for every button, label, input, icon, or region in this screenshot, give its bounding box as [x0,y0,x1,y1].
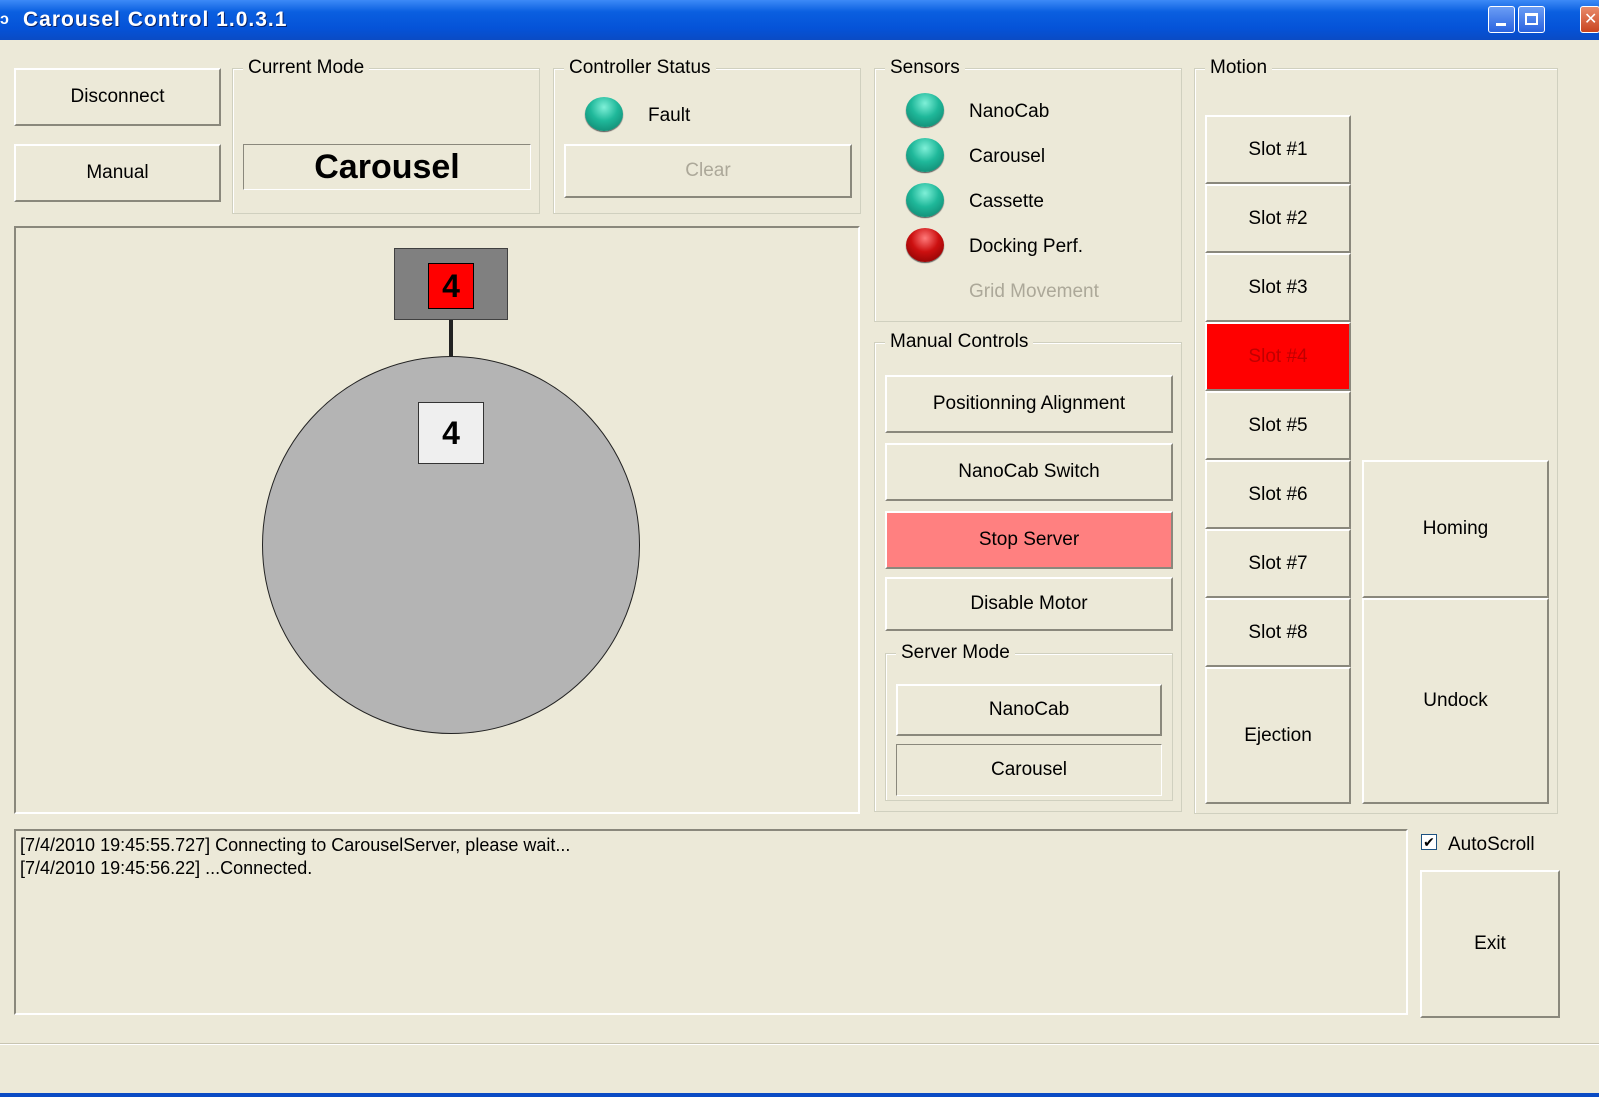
current-mode-display: Carousel [243,144,531,190]
status-bar-highlight [0,1044,1599,1045]
log-line: [7/4/2010 19:45:56.22] ...Connected. [20,858,313,878]
sensor-carousel-label: Carousel [969,146,1046,167]
server-mode-label: Server Mode [896,642,1015,664]
sensor-docking-label: Docking Perf. [969,236,1084,257]
undock-button[interactable]: Undock [1362,598,1549,804]
station-block: 4 [394,248,508,320]
sensor-nanocab-label: NanoCab [969,101,1050,122]
fault-indicator-icon [585,97,623,131]
checkmark-icon: ✔ [1423,834,1435,850]
wheel-slot-number: 4 [442,414,460,451]
current-mode-group: Current Mode Carousel [232,57,540,214]
carousel-app-icon: ↄ [0,11,9,28]
log-line: [7/4/2010 19:45:55.727] Connecting to Ca… [20,835,571,855]
slot-1-button[interactable]: Slot #1 [1205,115,1351,184]
window-bottom-border [0,1093,1599,1097]
carousel-wheel: 4 [262,356,640,734]
server-mode-carousel-label: Carousel [990,759,1068,780]
server-mode-carousel-button[interactable]: Carousel [896,744,1162,796]
log-output[interactable]: [7/4/2010 19:45:55.727] Connecting to Ca… [14,829,1408,1015]
manual-button[interactable]: Manual [14,144,221,202]
disconnect-button[interactable]: Disconnect [14,68,221,126]
maximize-icon[interactable] [1518,6,1545,33]
controller-status-group: Controller Status Fault Clear [553,57,861,214]
carousel-view: 4 4 [14,226,860,814]
current-mode-value: Carousel [314,147,460,186]
current-mode-label: Current Mode [243,57,370,79]
sensor-cassette-label: Cassette [969,191,1044,212]
window-title: Carousel Control 1.0.3.1 [23,8,288,31]
manual-controls-group: Manual Controls Positionning Alignment N… [874,331,1182,812]
fault-label: Fault [648,105,691,126]
sensors-label: Sensors [885,57,965,79]
minimize-icon[interactable] [1488,6,1515,33]
station-connector [449,320,453,356]
server-mode-nanocab-button[interactable]: NanoCab [896,684,1162,736]
slot-5-button[interactable]: Slot #5 [1205,391,1351,460]
slot-7-button[interactable]: Slot #7 [1205,529,1351,598]
station-slot-badge: 4 [428,263,474,309]
homing-button[interactable]: Homing [1362,460,1549,598]
title-bar[interactable]: ↄ Carousel Control 1.0.3.1 [0,0,1599,40]
slot-2-button[interactable]: Slot #2 [1205,184,1351,253]
close-icon[interactable] [1580,6,1599,33]
slot-4-button[interactable]: Slot #4 [1205,322,1351,391]
exit-button[interactable]: Exit [1420,870,1560,1018]
sensor-docking-led-icon [906,228,944,262]
sensor-grid-movement-label: Grid Movement [969,281,1099,302]
manual-controls-label: Manual Controls [885,331,1034,353]
stop-server-button[interactable]: Stop Server [885,511,1173,569]
server-mode-group: Server Mode NanoCab Carousel [885,642,1173,801]
wheel-slot-badge: 4 [418,402,484,464]
sensors-group: Sensors NanoCab Carousel Cassette Dockin… [874,57,1182,322]
station-slot-number: 4 [442,267,460,304]
ejection-button[interactable]: Ejection [1205,667,1351,804]
sensor-carousel-led-icon [906,138,944,172]
controller-status-label: Controller Status [564,57,716,79]
sensor-cassette-led-icon [906,183,944,217]
slot-3-button[interactable]: Slot #3 [1205,253,1351,322]
slot-6-button[interactable]: Slot #6 [1205,460,1351,529]
slot-8-button[interactable]: Slot #8 [1205,598,1351,667]
autoscroll-checkbox[interactable]: ✔ [1421,834,1437,850]
motion-label: Motion [1205,57,1273,79]
positioning-alignment-button[interactable]: Positionning Alignment [885,375,1173,433]
clear-button[interactable]: Clear [564,144,852,198]
nanocab-switch-button[interactable]: NanoCab Switch [885,443,1173,501]
disable-motor-button[interactable]: Disable Motor [885,577,1173,631]
autoscroll-label: AutoScroll [1448,834,1535,855]
sensor-nanocab-led-icon [906,93,944,127]
